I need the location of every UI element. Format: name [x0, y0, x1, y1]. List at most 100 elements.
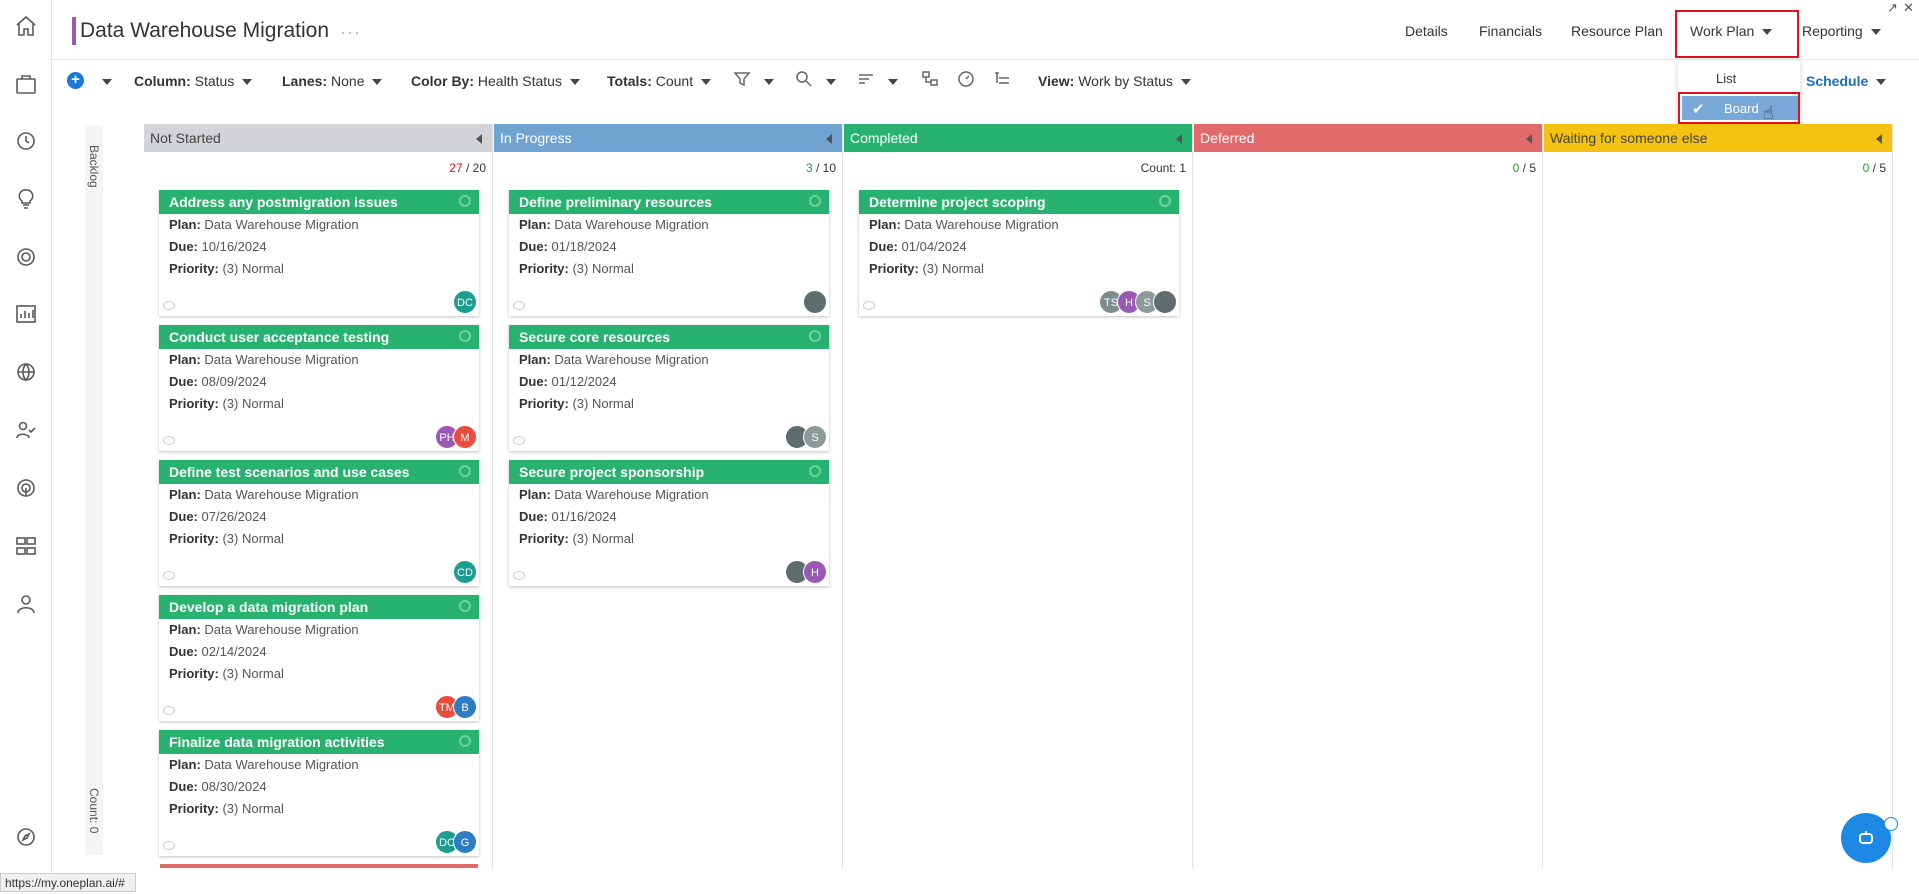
- chevron-down-icon: [372, 79, 383, 86]
- home-icon[interactable]: [12, 12, 40, 40]
- view-select[interactable]: View: Work by Status: [1038, 73, 1191, 89]
- add-dropdown[interactable]: [94, 73, 112, 89]
- column-header[interactable]: Waiting for someone else: [1544, 124, 1892, 152]
- task-card[interactable]: Define test scenarios and use cases Plan:…: [159, 460, 479, 586]
- color-by-select[interactable]: Color By: Health Status: [411, 73, 580, 89]
- chevron-down-icon: [888, 79, 898, 86]
- nav-resource-plan[interactable]: Resource Plan: [1571, 23, 1663, 39]
- avatar[interactable]: [1153, 290, 1177, 314]
- card-due-value: 08/09/2024: [201, 374, 267, 389]
- task-card[interactable]: Determine project scoping Plan: Data Ware…: [859, 190, 1179, 316]
- card-priority: Priority: (3) Normal: [509, 528, 829, 550]
- nav-financials[interactable]: Financials: [1479, 23, 1542, 39]
- comment-icon[interactable]: [863, 301, 875, 310]
- search-icon[interactable]: [795, 70, 817, 92]
- avatar[interactable]: [803, 290, 827, 314]
- menu-item-list[interactable]: List: [1716, 71, 1736, 86]
- chart-icon[interactable]: [12, 300, 40, 328]
- task-card[interactable]: Address any postmigration issues Plan: Da…: [159, 190, 479, 316]
- schedule-button[interactable]: Schedule: [1806, 73, 1887, 89]
- close-icon[interactable]: ✕: [1903, 0, 1914, 16]
- sort-dropdown[interactable]: [880, 73, 898, 89]
- add-button[interactable]: +: [67, 72, 84, 89]
- card-title[interactable]: Define preliminary resources: [509, 190, 829, 214]
- user-icon[interactable]: [12, 590, 40, 618]
- compass-icon[interactable]: [12, 823, 40, 851]
- card-plan-label: Plan:: [169, 217, 201, 232]
- card-plan-value: Data Warehouse Migration: [204, 622, 359, 637]
- globe-icon[interactable]: [12, 358, 40, 386]
- column-header[interactable]: Deferred: [1194, 124, 1542, 152]
- avatar[interactable]: CD: [453, 560, 477, 584]
- comment-icon[interactable]: [163, 841, 175, 850]
- lightbulb-icon[interactable]: [12, 185, 40, 213]
- nav-details[interactable]: Details: [1405, 23, 1448, 39]
- briefcase-icon[interactable]: [12, 70, 40, 98]
- task-card[interactable]: Secure project sponsorship Plan: Data War…: [509, 460, 829, 586]
- task-card[interactable]: Develop a data migration plan Plan: Data …: [159, 595, 479, 721]
- task-card[interactable]: Finalize data migration activities Plan: …: [159, 730, 479, 856]
- column-header[interactable]: Not Started: [144, 124, 492, 152]
- card-title[interactable]: Define test scenarios and use cases: [159, 460, 479, 484]
- task-card[interactable]: Define preliminary resources Plan: Data W…: [509, 190, 829, 316]
- column-select[interactable]: Column: Status: [134, 73, 253, 89]
- avatar[interactable]: B: [453, 695, 477, 719]
- portfolio-icon[interactable]: [12, 532, 40, 560]
- hierarchy-icon[interactable]: [921, 70, 943, 92]
- search-dropdown[interactable]: [818, 73, 836, 89]
- card-title[interactable]: Develop a data migration plan: [159, 595, 479, 619]
- power-icon[interactable]: [1884, 817, 1898, 831]
- card-status-icon: [459, 600, 471, 612]
- card-priority-value: (3) Normal: [572, 261, 634, 276]
- task-card[interactable]: Conduct user acceptance testing Plan: Dat…: [159, 325, 479, 451]
- lanes-select[interactable]: Lanes: None: [282, 73, 383, 89]
- collapse-icon[interactable]: [1176, 134, 1182, 144]
- card-title[interactable]: Finalize data migration activities: [159, 730, 479, 754]
- avatar[interactable]: DC: [453, 290, 477, 314]
- comment-icon[interactable]: [163, 301, 175, 310]
- avatar[interactable]: S: [803, 425, 827, 449]
- filter-icon[interactable]: [733, 70, 755, 92]
- backlog-rail[interactable]: [85, 125, 103, 855]
- collapse-icon[interactable]: [826, 134, 832, 144]
- card-title[interactable]: Address any postmigration issues: [159, 190, 479, 214]
- fingerprint-icon[interactable]: [12, 474, 40, 502]
- comment-icon[interactable]: [513, 571, 525, 580]
- avatar[interactable]: H: [803, 560, 827, 584]
- totals-select[interactable]: Totals: Count: [607, 73, 712, 89]
- gauge-icon[interactable]: [957, 70, 979, 92]
- collapse-icon[interactable]: [1526, 134, 1532, 144]
- card-due: Due: 02/14/2024: [159, 641, 479, 663]
- lanes-label: Lanes:: [282, 73, 328, 89]
- card-assignees: DC: [453, 290, 477, 314]
- comment-icon[interactable]: [513, 301, 525, 310]
- comment-icon[interactable]: [163, 706, 175, 715]
- lanes-value: None: [331, 73, 365, 89]
- card-due-value: 01/16/2024: [551, 509, 617, 524]
- column-header[interactable]: Completed: [844, 124, 1192, 152]
- card-title[interactable]: Conduct user acceptance testing: [159, 325, 479, 349]
- task-card[interactable]: Secure core resources Plan: Data Warehous…: [509, 325, 829, 451]
- comment-icon[interactable]: [513, 436, 525, 445]
- filter-dropdown[interactable]: [756, 73, 774, 89]
- avatar[interactable]: G: [453, 830, 477, 854]
- card-title[interactable]: Secure core resources: [509, 325, 829, 349]
- card-priority: Priority: (3) Normal: [159, 663, 479, 685]
- card-due-label: Due:: [169, 779, 198, 794]
- avatar[interactable]: M: [453, 425, 477, 449]
- collapse-icon[interactable]: [476, 134, 482, 144]
- popout-icon[interactable]: ↗: [1887, 0, 1898, 16]
- comment-icon[interactable]: [163, 571, 175, 580]
- users-check-icon[interactable]: [12, 416, 40, 444]
- card-title[interactable]: Secure project sponsorship: [509, 460, 829, 484]
- sort-icon[interactable]: [857, 70, 879, 92]
- target-icon[interactable]: [12, 243, 40, 271]
- timesheet-icon[interactable]: [12, 127, 40, 155]
- card-title[interactable]: Determine project scoping: [859, 190, 1179, 214]
- outline-icon[interactable]: [993, 70, 1015, 92]
- title-more-icon[interactable]: ···: [340, 22, 361, 43]
- collapse-icon[interactable]: [1876, 134, 1882, 144]
- nav-reporting[interactable]: Reporting: [1802, 23, 1881, 39]
- comment-icon[interactable]: [163, 436, 175, 445]
- column-header[interactable]: In Progress: [494, 124, 842, 152]
